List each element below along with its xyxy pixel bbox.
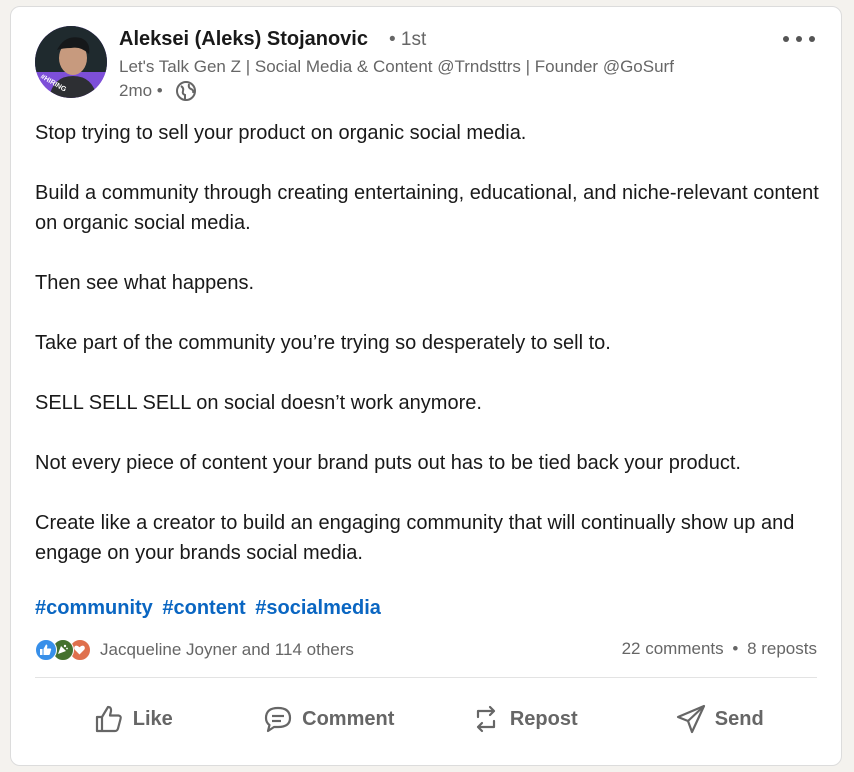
thumbs-up-icon [95, 705, 122, 733]
send-button[interactable]: Send [622, 689, 818, 749]
post-paragraph: Then see what happens. [35, 272, 255, 294]
send-label: Send [714, 707, 764, 730]
hashtag-link[interactable]: #community [35, 597, 153, 619]
post-text: Stop trying to sell your product on orga… [35, 118, 827, 598]
more-icon [783, 36, 789, 42]
post-paragraph: Stop trying to sell your product on orga… [35, 122, 527, 144]
like-label: Like [132, 707, 173, 730]
counts-separator: • [732, 639, 739, 658]
hashtag-link[interactable]: #content [162, 597, 245, 619]
post-timestamp: 2mo • [119, 81, 163, 100]
hashtag-link[interactable]: #socialmedia [255, 597, 381, 619]
post-paragraph: Build a community through creating enter… [35, 182, 819, 234]
repost-label: Repost [509, 707, 578, 730]
post-card: #HIRING Aleksei (Aleks) Stojanovic • 1st… [10, 6, 842, 766]
like-button[interactable]: Like [35, 689, 231, 749]
author-avatar[interactable]: #HIRING [35, 26, 107, 98]
comment-icon [265, 706, 292, 733]
post-paragraph: SELL SELL SELL on social doesn’t work an… [35, 392, 482, 414]
globe-icon [176, 81, 196, 101]
comment-button[interactable]: Comment [231, 689, 427, 749]
post-paragraph: Not every piece of content your brand pu… [35, 452, 741, 474]
send-icon [676, 704, 705, 734]
author-name[interactable]: Aleksei (Aleks) Stojanovic [119, 28, 368, 51]
repost-button[interactable]: Repost [426, 689, 622, 749]
like-reaction-icon [35, 639, 57, 661]
repost-icon [476, 705, 495, 733]
hashtags: #community #content #socialmedia [35, 597, 385, 620]
divider [35, 677, 817, 678]
engagement-counts: 22 comments • 8 reposts [622, 639, 817, 659]
reactions-summary[interactable]: Jacqueline Joyner and 114 others [35, 639, 354, 661]
comments-count[interactable]: 22 comments [622, 639, 724, 658]
author-headline: Let's Talk Gen Z | Social Media & Conten… [119, 57, 674, 76]
action-bar: Like Comment Repost Send [35, 689, 817, 749]
more-options-button[interactable] [781, 29, 817, 49]
connection-degree: • 1st [389, 29, 427, 50]
post-paragraph: Create like a creator to build an engagi… [35, 512, 795, 564]
post-paragraph: Take part of the community you’re trying… [35, 332, 611, 354]
reactors-text[interactable]: Jacqueline Joyner and 114 others [100, 640, 354, 660]
reposts-count[interactable]: 8 reposts [747, 639, 817, 658]
comment-label: Comment [302, 707, 395, 730]
